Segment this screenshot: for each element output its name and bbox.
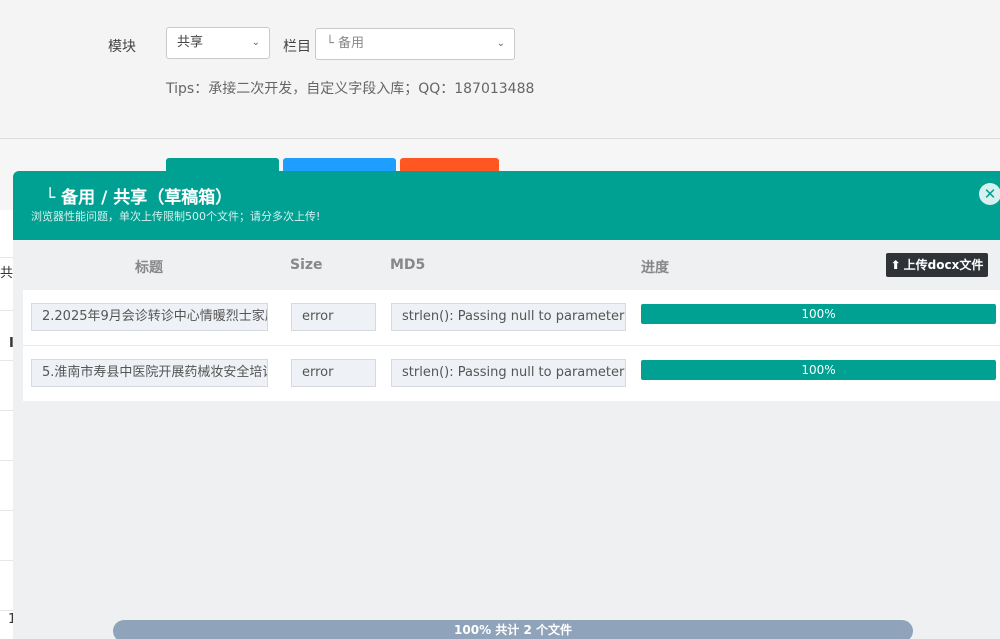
module-select-value: 共享	[177, 35, 204, 50]
module-label: 模块	[108, 39, 136, 55]
file-size-field[interactable]: error	[291, 359, 376, 387]
file-progress-bar: 100%	[641, 304, 996, 324]
background-form-area: 模块 共享 ⌄ 栏目 └ 备用 ⌄ Tips：承接二次开发，自定义字段入库；QQ…	[0, 0, 1000, 139]
table-row: 2.2025年9月会诊转诊中心情暖烈士家属 error strlen(): Pa…	[23, 290, 1000, 345]
file-md5-field[interactable]: strlen(): Passing null to parameter #1	[391, 303, 626, 331]
modal-header: └ 备用 / 共享（草稿箱） 浏览器性能问题，单次上传限制500个文件；请分多次…	[13, 171, 1000, 240]
column-header-progress: 进度	[641, 260, 669, 276]
modal-subtitle: 浏览器性能问题，单次上传限制500个文件；请分多次上传!	[31, 210, 321, 223]
column-label: 栏目	[283, 39, 311, 55]
column-header-title: 标题	[135, 260, 163, 276]
file-progress-bar: 100%	[641, 360, 996, 380]
module-select[interactable]: 共享 ⌄	[166, 27, 270, 59]
column-select[interactable]: └ 备用 ⌄	[315, 28, 515, 60]
modal-title: └ 备用 / 共享（草稿箱）	[45, 188, 233, 208]
upload-icon: ⬆	[890, 258, 901, 272]
file-title-field[interactable]: 2.2025年9月会诊转诊中心情暖烈士家属	[31, 303, 268, 331]
tips-text: Tips：承接二次开发，自定义字段入库；QQ：187013488	[166, 81, 535, 97]
file-title-field[interactable]: 5.淮南市寿县中医院开展药械妆安全培训	[31, 359, 268, 387]
column-header-size: Size	[290, 257, 323, 273]
upload-docx-label: 上传docx文件	[903, 258, 984, 272]
table-row: 5.淮南市寿县中医院开展药械妆安全培训 error strlen(): Pass…	[23, 346, 1000, 401]
upload-modal: └ 备用 / 共享（草稿箱） 浏览器性能问题，单次上传限制500个文件；请分多次…	[13, 171, 1000, 639]
total-progress-bar: 100% 共计 2 个文件	[113, 620, 913, 639]
column-select-value: └ 备用	[326, 36, 364, 51]
file-md5-field[interactable]: strlen(): Passing null to parameter #1	[391, 359, 626, 387]
file-size-field[interactable]: error	[291, 303, 376, 331]
close-icon[interactable]: ✕	[979, 183, 1000, 205]
total-progress-label: 100% 共计 2 个文件	[454, 623, 572, 637]
chevron-down-icon: ⌄	[496, 38, 505, 49]
background-fragment: 共	[0, 266, 14, 281]
column-header-md5: MD5	[390, 257, 426, 273]
upload-docx-button[interactable]: ⬆ 上传docx文件	[886, 253, 988, 277]
chevron-down-icon: ⌄	[251, 37, 260, 48]
